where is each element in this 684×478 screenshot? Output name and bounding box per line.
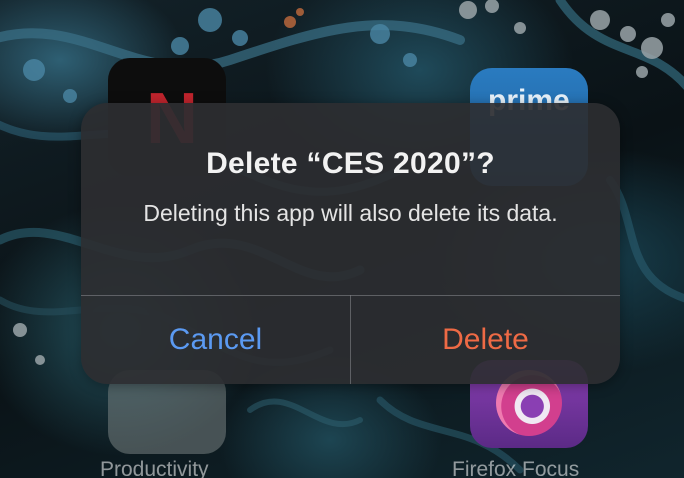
delete-app-alert: Delete “CES 2020”? Deleting this app wil… xyxy=(81,103,620,384)
alert-body: Delete “CES 2020”? Deleting this app wil… xyxy=(81,103,620,295)
alert-message: Deleting this app will also delete its d… xyxy=(143,200,558,226)
app-label-firefox-focus: Firefox Focus xyxy=(452,458,580,478)
delete-button[interactable]: Delete xyxy=(351,296,620,384)
alert-title: Delete “CES 2020”? xyxy=(206,147,495,180)
app-label-productivity: Productivity xyxy=(100,458,209,478)
cancel-button[interactable]: Cancel xyxy=(81,296,350,384)
